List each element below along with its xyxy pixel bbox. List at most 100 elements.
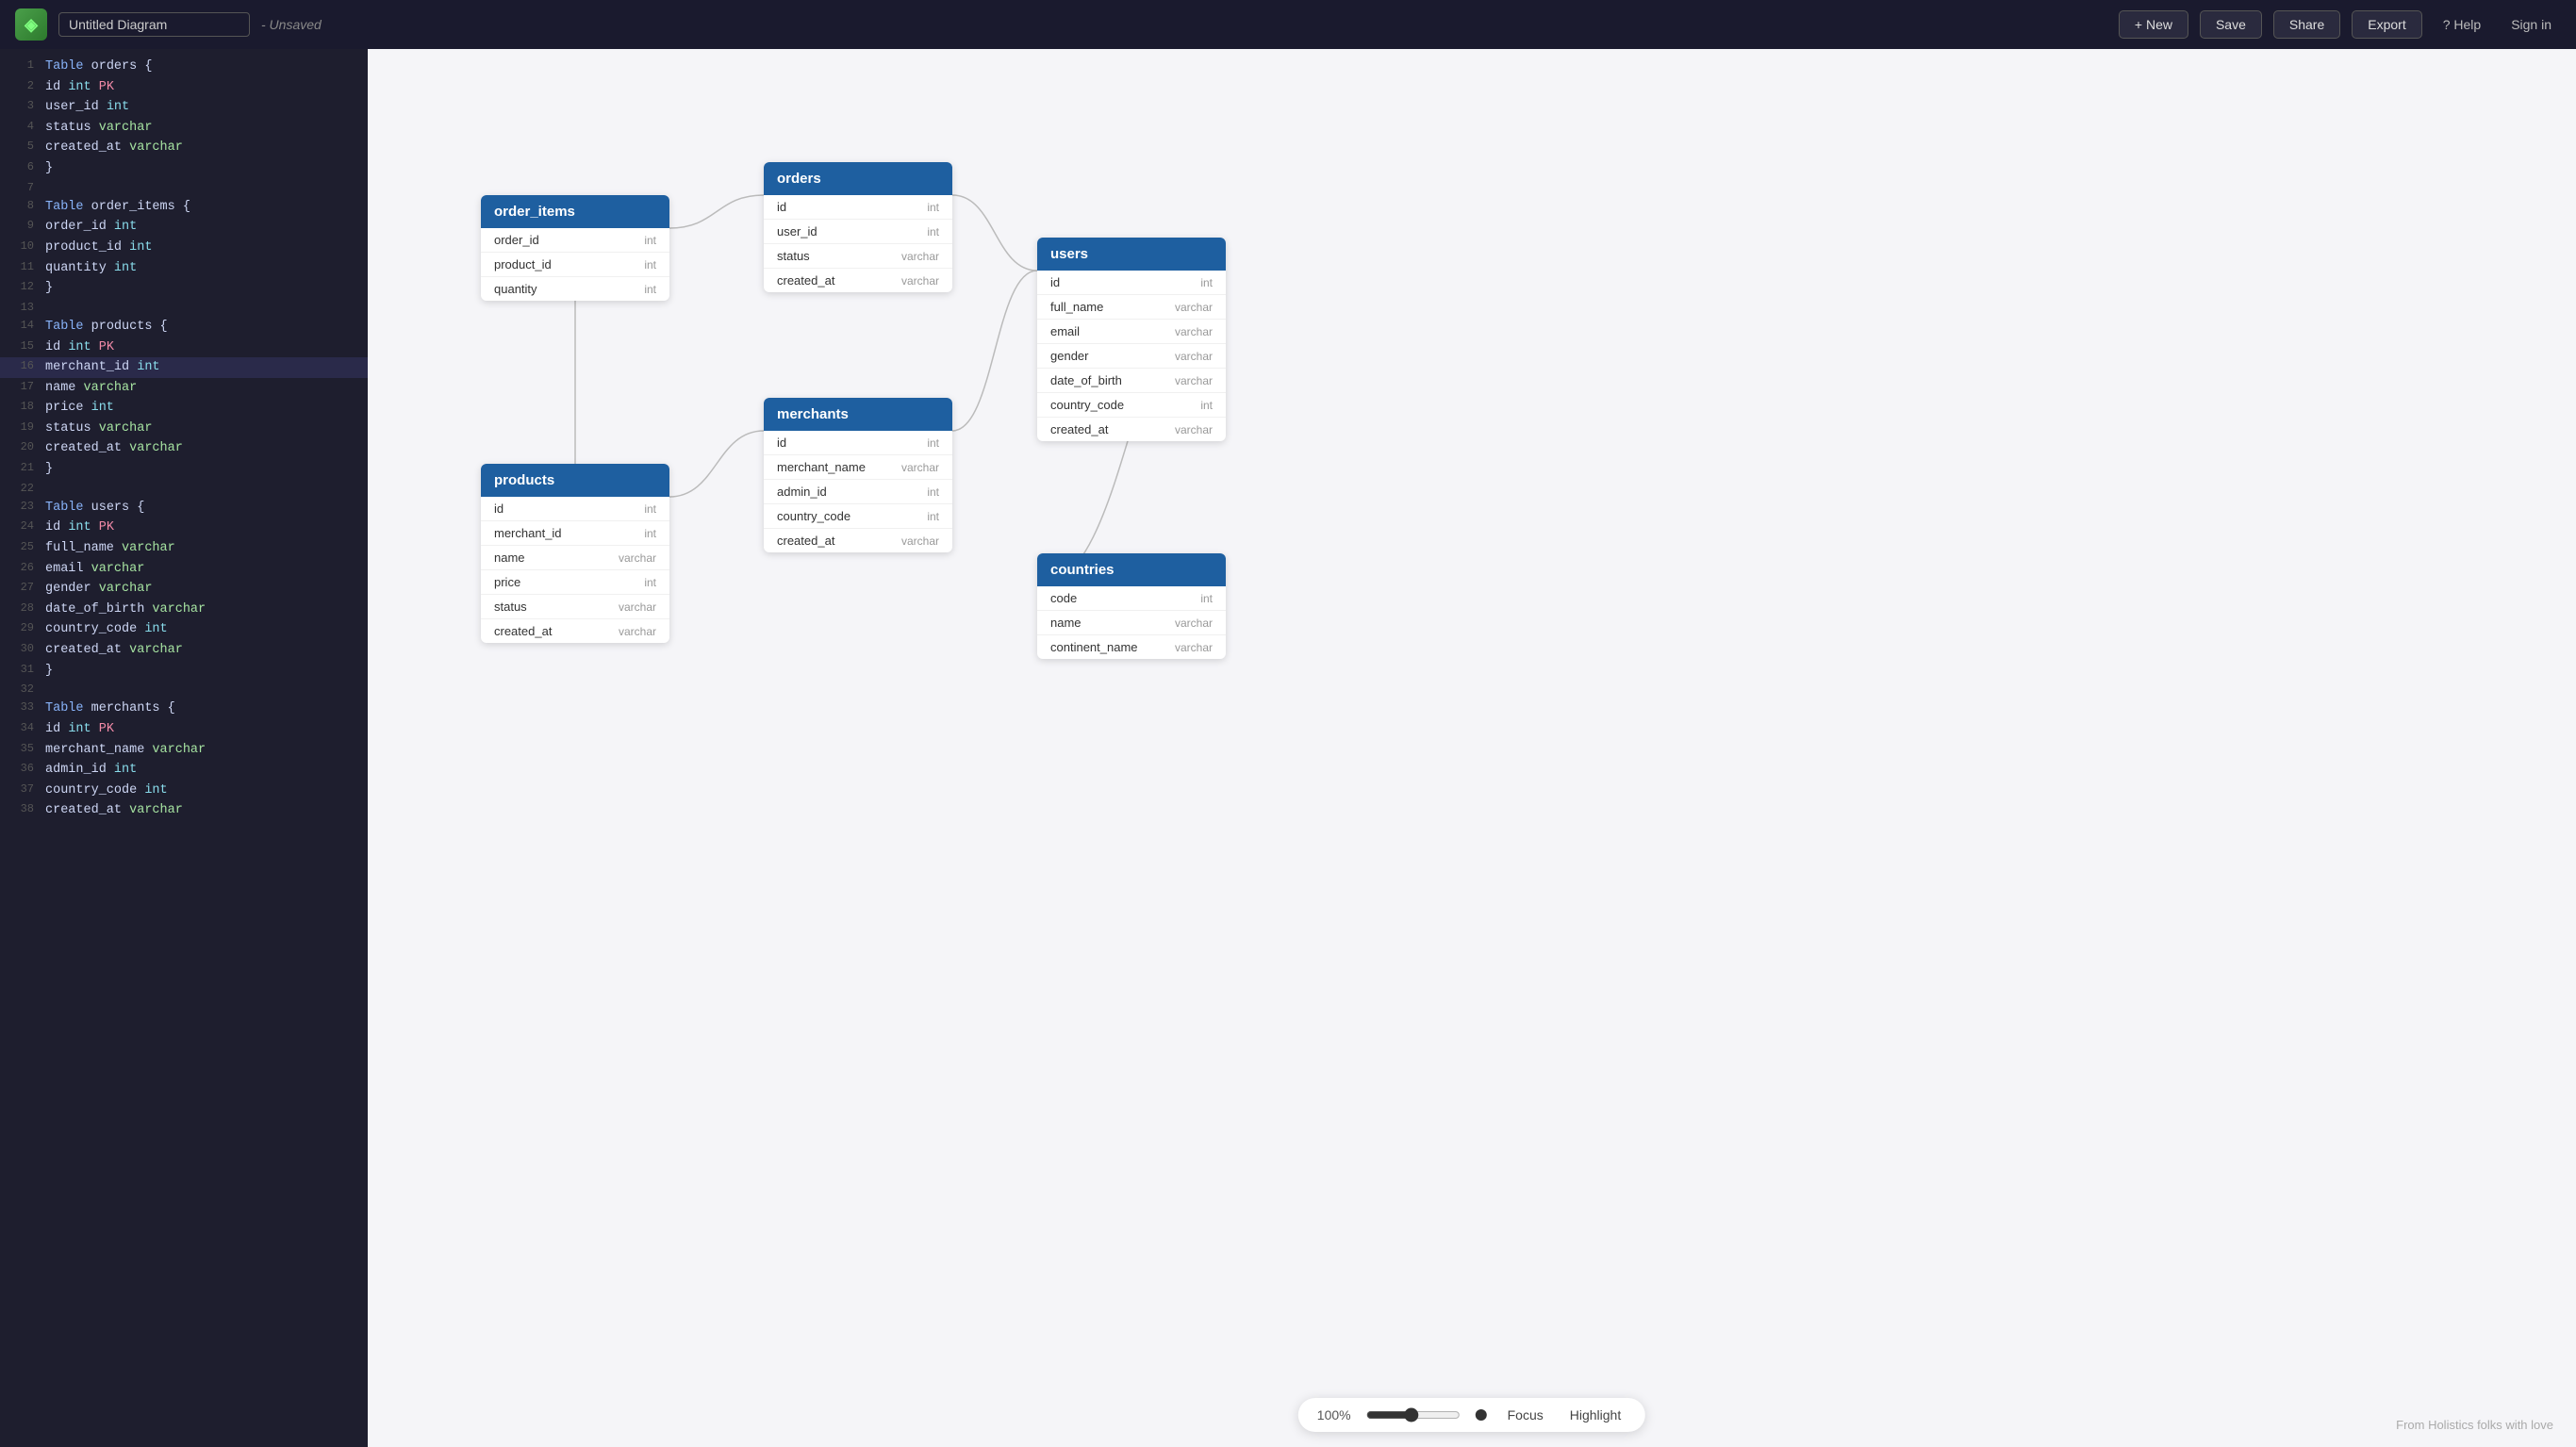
save-button[interactable]: Save bbox=[2200, 10, 2262, 39]
col-name: merchant_id bbox=[494, 526, 562, 540]
focus-button[interactable]: Focus bbox=[1502, 1406, 1549, 1424]
table-row: statusvarchar bbox=[481, 595, 669, 619]
code-line: 29 country_code int bbox=[0, 619, 368, 640]
code-line: 3 user_id int bbox=[0, 97, 368, 118]
code-line: 21} bbox=[0, 459, 368, 480]
code-line: 10 product_id int bbox=[0, 238, 368, 258]
code-line: 9 order_id int bbox=[0, 217, 368, 238]
table-row: user_idint bbox=[764, 220, 952, 244]
share-button[interactable]: Share bbox=[2273, 10, 2340, 39]
col-type: varchar bbox=[1175, 325, 1213, 338]
col-name: gender bbox=[1050, 349, 1088, 363]
table-row: email varchar bbox=[1037, 320, 1226, 344]
code-line: 11 quantity int bbox=[0, 258, 368, 279]
table-header-merchants: merchants bbox=[764, 398, 952, 431]
signin-button[interactable]: Sign in bbox=[2502, 11, 2561, 38]
col-type: int bbox=[1200, 276, 1213, 289]
col-type: int bbox=[644, 576, 656, 589]
col-name: created_at bbox=[777, 534, 834, 548]
col-name: created_at bbox=[494, 624, 552, 638]
table-row: idint bbox=[764, 195, 952, 220]
col-type: varchar bbox=[1175, 301, 1213, 314]
col-type: int bbox=[644, 283, 656, 296]
table-users[interactable]: usersidintfull_namevarcharemailvarcharge… bbox=[1037, 238, 1226, 441]
table-row: product_idint bbox=[481, 253, 669, 277]
col-type: varchar bbox=[1175, 617, 1213, 630]
logo-icon: ◈ bbox=[15, 8, 47, 41]
col-name: country_code bbox=[777, 509, 850, 523]
table-row: codeint bbox=[1037, 586, 1226, 611]
table-row: admin_idint bbox=[764, 480, 952, 504]
col-type: int bbox=[927, 201, 939, 214]
table-row: created_atvarchar bbox=[481, 619, 669, 643]
col-name: price bbox=[494, 575, 520, 589]
col-name: user_id bbox=[777, 224, 817, 238]
table-row: price int bbox=[481, 570, 669, 595]
diagram-title-input[interactable] bbox=[58, 12, 250, 37]
col-type: varchar bbox=[1175, 423, 1213, 436]
code-line: 2 id int PK bbox=[0, 77, 368, 98]
table-merchants[interactable]: merchantsidintmerchant_namevarcharadmin_… bbox=[764, 398, 952, 552]
table-row: quantity int bbox=[481, 277, 669, 301]
col-name: name bbox=[494, 551, 525, 565]
code-line: 32 bbox=[0, 681, 368, 699]
code-line: 28 date_of_birth varchar bbox=[0, 600, 368, 620]
code-line: 14Table products { bbox=[0, 317, 368, 337]
col-name: status bbox=[777, 249, 810, 263]
code-line: 26 email varchar bbox=[0, 559, 368, 580]
table-row: merchant_name varchar bbox=[764, 455, 952, 480]
code-line: 33Table merchants { bbox=[0, 699, 368, 719]
code-line: 20 created_at varchar bbox=[0, 438, 368, 459]
col-name: code bbox=[1050, 591, 1077, 605]
zoom-slider[interactable] bbox=[1366, 1407, 1461, 1422]
export-button[interactable]: Export bbox=[2352, 10, 2421, 39]
table-row: idint bbox=[481, 497, 669, 521]
table-orders[interactable]: ordersidintuser_idintstatusvarcharcreate… bbox=[764, 162, 952, 292]
code-line: 13 bbox=[0, 299, 368, 317]
col-type: int bbox=[927, 436, 939, 450]
unsaved-label: - Unsaved bbox=[261, 17, 322, 32]
col-name: date_of_birth bbox=[1050, 373, 1122, 387]
col-name: quantity bbox=[494, 282, 537, 296]
table-order_items[interactable]: order_itemsorder_idintproduct_idintquant… bbox=[481, 195, 669, 301]
highlight-button[interactable]: Highlight bbox=[1564, 1406, 1627, 1424]
code-line: 35 merchant_name varchar bbox=[0, 740, 368, 761]
col-name: email bbox=[1050, 324, 1080, 338]
col-name: country_code bbox=[1050, 398, 1124, 412]
code-line: 37 country_code int bbox=[0, 781, 368, 801]
new-button[interactable]: + New bbox=[2119, 10, 2188, 39]
col-name: created_at bbox=[777, 273, 834, 288]
code-line: 16 merchant_id int bbox=[0, 357, 368, 378]
col-name: order_id bbox=[494, 233, 539, 247]
table-row: idint bbox=[1037, 271, 1226, 295]
table-countries[interactable]: countriescodeintnamevarcharcontinent_nam… bbox=[1037, 553, 1226, 659]
table-row: merchant_idint bbox=[481, 521, 669, 546]
col-type: varchar bbox=[901, 534, 939, 548]
code-line: 38 created_at varchar bbox=[0, 800, 368, 821]
table-row: created_atvarchar bbox=[1037, 418, 1226, 441]
col-type: varchar bbox=[1175, 350, 1213, 363]
code-line: 27 gender varchar bbox=[0, 579, 368, 600]
zoom-bar: 100% Focus Highlight bbox=[1298, 1398, 1645, 1432]
code-line: 34 id int PK bbox=[0, 719, 368, 740]
col-name: continent_name bbox=[1050, 640, 1138, 654]
col-name: admin_id bbox=[777, 485, 827, 499]
table-products[interactable]: productsidintmerchant_idintnamevarcharpr… bbox=[481, 464, 669, 643]
col-name: status bbox=[494, 600, 527, 614]
code-line: 12} bbox=[0, 278, 368, 299]
col-type: int bbox=[927, 510, 939, 523]
code-line: 5 created_at varchar bbox=[0, 138, 368, 158]
code-line: 6} bbox=[0, 158, 368, 179]
table-row: country_code int bbox=[764, 504, 952, 529]
col-type: varchar bbox=[619, 551, 656, 565]
table-row: created_atvarchar bbox=[764, 269, 952, 292]
col-type: int bbox=[644, 258, 656, 271]
table-header-users: users bbox=[1037, 238, 1226, 271]
help-button[interactable]: ? Help bbox=[2434, 11, 2490, 38]
col-type: varchar bbox=[901, 461, 939, 474]
table-header-orders: orders bbox=[764, 162, 952, 195]
diagram-canvas[interactable]: 100% Focus Highlight From Holistics folk… bbox=[368, 49, 2576, 1447]
code-panel[interactable]: 1Table orders {2 id int PK3 user_id int4… bbox=[0, 49, 368, 1447]
code-line: 17 name varchar bbox=[0, 378, 368, 399]
col-name: merchant_name bbox=[777, 460, 866, 474]
